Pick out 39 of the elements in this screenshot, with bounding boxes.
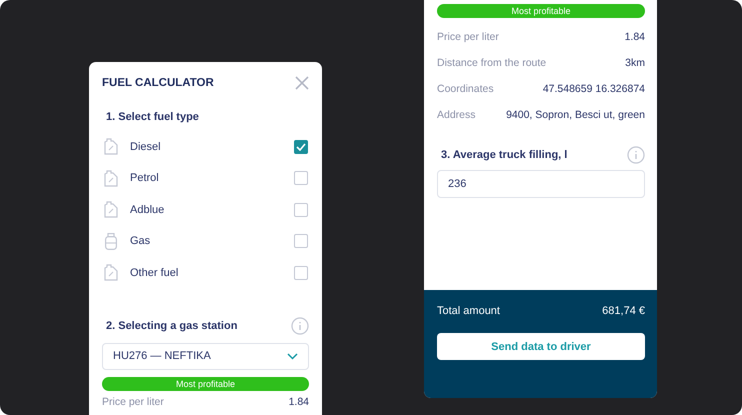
detail-label: Coordinates: [437, 83, 494, 95]
detail-value: 9400, Sopron, Besci ut, green: [506, 109, 645, 121]
station-select[interactable]: HU276 — NEFTIKA: [102, 342, 309, 370]
detail-value: 1.84: [624, 31, 645, 43]
checkbox[interactable]: [294, 140, 308, 154]
info-icon[interactable]: [291, 316, 309, 334]
fuel-label: Petrol: [130, 172, 160, 184]
fuel-label: Gas: [130, 235, 152, 248]
checkbox[interactable]: [294, 234, 308, 248]
chevron-down-icon: [287, 352, 298, 360]
profit-badge: Most profitable: [437, 4, 645, 18]
section-heading: 2. Selecting a gas station: [106, 320, 238, 332]
filling-input[interactable]: 236: [437, 170, 645, 198]
canister-icon: [104, 138, 118, 156]
profit-badge: Most profitable: [102, 376, 309, 390]
fuel-label: Other fuel: [130, 266, 180, 279]
info-icon[interactable]: [627, 146, 645, 164]
checkbox[interactable]: [294, 202, 308, 217]
detail-label: Price per liter: [102, 396, 164, 408]
checkbox[interactable]: [294, 171, 308, 186]
checkbox[interactable]: [294, 266, 308, 280]
detail-label: Distance from the route: [437, 57, 546, 69]
section-heading: 1. Select fuel type: [106, 111, 200, 123]
detail-label: Price per liter: [437, 31, 499, 43]
gas-cylinder-icon: [104, 232, 118, 250]
panel-title: FUEL CALCULATOR: [102, 77, 214, 89]
fuel-label: Adblue: [130, 204, 166, 216]
canister-icon: [104, 264, 118, 282]
detail-label: Address: [437, 109, 476, 121]
detail-value: 3km: [625, 57, 645, 69]
close-icon[interactable]: [295, 76, 309, 90]
detail-value: 1.84: [288, 396, 309, 408]
detail-value: 47.548659 16.326874: [542, 83, 645, 95]
section-heading: 3. Average truck filling, l: [441, 149, 568, 161]
canister-icon: [104, 170, 118, 187]
canister-icon: [104, 201, 118, 218]
fuel-label: Diesel: [130, 140, 162, 153]
total-value: 681,74 €: [602, 305, 645, 317]
total-label: Total amount: [437, 305, 500, 317]
